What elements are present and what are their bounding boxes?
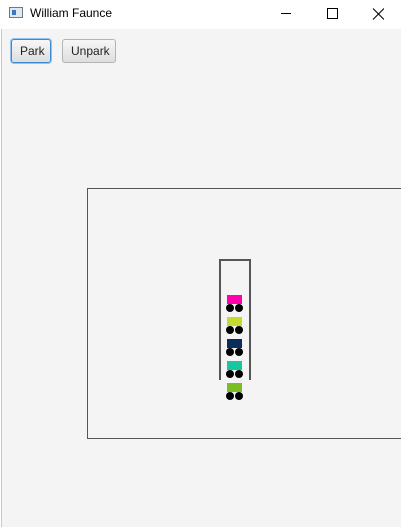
car-body — [227, 361, 242, 370]
parked-car — [226, 295, 243, 314]
window-title: William Faunce — [30, 6, 113, 20]
car-wheel — [226, 392, 234, 400]
close-icon — [372, 8, 384, 20]
minimize-button[interactable] — [263, 0, 309, 28]
parked-car — [226, 317, 243, 336]
parked-car — [226, 339, 243, 358]
car-wheel — [226, 348, 234, 356]
car-wheel — [226, 326, 234, 334]
car-wheel — [235, 348, 243, 356]
parking-lane-left-edge — [219, 259, 221, 380]
car-body — [227, 317, 242, 326]
close-button[interactable] — [355, 0, 401, 28]
maximize-button[interactable] — [309, 0, 355, 28]
minimize-icon — [281, 13, 291, 14]
car-wheel — [226, 304, 234, 312]
car-body — [227, 383, 242, 392]
app-client-area: Park Unpark — [1, 29, 401, 527]
parking-lot-boundary — [87, 188, 401, 439]
car-body — [227, 339, 242, 348]
car-wheel — [235, 304, 243, 312]
title-bar: William Faunce — [0, 0, 401, 28]
car-wheel — [226, 370, 234, 378]
parked-car — [226, 361, 243, 380]
park-button[interactable]: Park — [11, 39, 51, 63]
car-wheel — [235, 392, 243, 400]
unpark-button[interactable]: Unpark — [62, 39, 116, 63]
car-wheel — [235, 370, 243, 378]
car-body — [227, 295, 242, 304]
parking-lane-right-edge — [249, 259, 251, 380]
parking-lane-top-edge — [219, 259, 251, 261]
parked-car — [226, 383, 243, 402]
maximize-icon — [327, 8, 338, 19]
car-wheel — [235, 326, 243, 334]
app-window-icon — [9, 7, 23, 18]
